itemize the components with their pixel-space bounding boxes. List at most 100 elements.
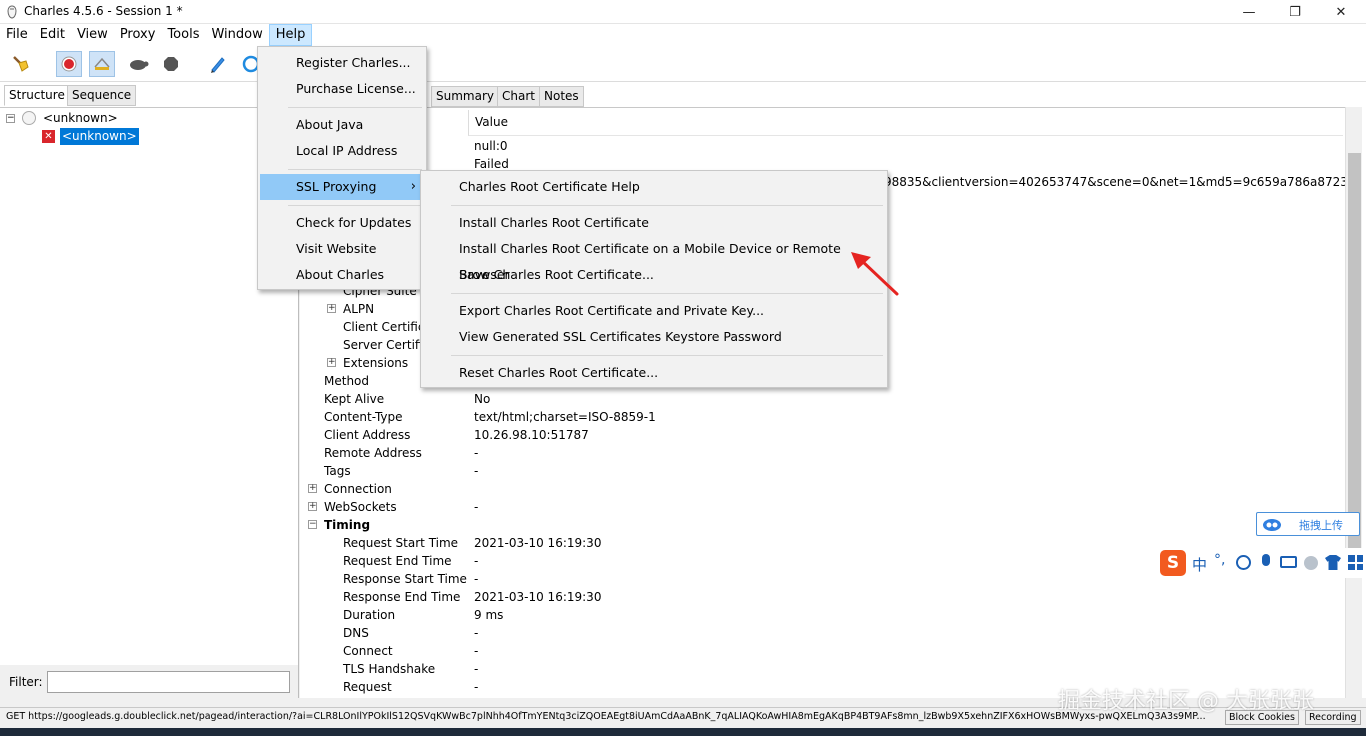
minimize-button[interactable]: — [1226,0,1272,24]
menu-item-root-cert-help[interactable]: Charles Root Certificate Help [423,174,885,200]
row-value: - [474,644,479,658]
row-value: - [474,554,479,568]
row-name: Request Start Time [343,536,459,550]
menu-item-about-java[interactable]: About Java [260,112,424,138]
menu-view[interactable]: View [71,24,114,46]
expand-toggle[interactable]: + [308,502,317,511]
expand-toggle[interactable]: + [327,304,336,313]
menu-separator [451,355,883,356]
menu-item-view-keystore-password[interactable]: View Generated SSL Certificates Keystore… [423,324,885,350]
menu-window[interactable]: Window [205,24,268,46]
menu-item-save-root-cert[interactable]: Save Charles Root Certificate... [423,262,885,288]
collapse-toggle[interactable]: − [6,114,15,123]
row-name: Remote Address [324,446,422,460]
row-name: Client Address [324,428,411,442]
menu-help[interactable]: Help [268,24,313,46]
table-row[interactable]: DNS - [300,624,1340,642]
menu-item-local-ip[interactable]: Local IP Address [260,138,424,164]
row-name: Tags [324,464,351,478]
tab-summary[interactable]: Summary [431,86,499,107]
table-row[interactable]: Duration 9 ms [300,606,1340,624]
skin-icon[interactable] [1325,555,1341,570]
ime-mode-label[interactable]: 中 [1192,554,1207,575]
row-name: DNS [343,626,369,640]
tab-structure[interactable]: Structure [4,85,70,106]
table-row[interactable]: Tags - [300,462,1340,480]
column-header-value[interactable]: Value [468,110,1343,136]
row-value: 10.26.98.10:51787 [474,428,589,442]
turtle-icon[interactable] [125,51,151,77]
row-value: 2021-03-10 16:19:30 [474,536,602,550]
menu-bar: File Edit View Proxy Tools Window Help [0,24,1366,46]
ime-toolbar: S 中 °, [1158,548,1366,578]
filter-input[interactable] [47,671,290,693]
close-button[interactable]: ✕ [1318,0,1364,24]
broom-icon[interactable] [8,51,34,77]
table-row[interactable]: Remote Address - [300,444,1340,462]
filter-label: Filter: [9,675,43,689]
title-bar: Charles 4.5.6 - Session 1 * — ❐ ✕ [0,0,1366,24]
emoji-icon[interactable] [1236,555,1251,570]
menu-item-purchase-license[interactable]: Purchase License... [260,76,424,102]
menu-item-reset-root-cert[interactable]: Reset Charles Root Certificate... [423,360,885,386]
menu-separator [288,169,422,170]
upload-widget[interactable]: 拖拽上传 [1256,512,1360,536]
menu-item-check-updates[interactable]: Check for Updates [260,210,424,236]
record-icon[interactable] [56,51,82,77]
menu-proxy[interactable]: Proxy [114,24,162,46]
submenu-arrow-icon: › [410,179,416,194]
menu-item-register[interactable]: Register Charles... [260,50,424,76]
table-row[interactable]: Client Address 10.26.98.10:51787 [300,426,1340,444]
scrollbar-thumb[interactable] [1348,153,1361,573]
tab-sequence[interactable]: Sequence [67,85,137,106]
table-row[interactable]: − Timing [300,516,1340,534]
menu-item-ssl-proxying[interactable]: SSL Proxying › [260,174,424,200]
menu-separator [451,293,883,294]
menu-item-about-charles[interactable]: About Charles [260,262,424,288]
status-url: GET https://googleads.g.doubleclick.net/… [6,711,1206,722]
row-value: - [474,446,479,460]
expand-toggle[interactable]: + [308,484,317,493]
watermark: 掘金技术社区 @ 大张张张 [1058,689,1314,714]
row-name: Duration [343,608,396,622]
tree-label: <unknown> [60,128,139,145]
microphone-icon[interactable] [1262,554,1270,566]
table-row[interactable]: + Connection [300,480,1340,498]
stop-icon[interactable] [158,51,184,77]
throttle-icon[interactable] [89,51,115,77]
table-row[interactable]: TLS Handshake - [300,660,1340,678]
table-row[interactable]: + WebSockets - [300,498,1340,516]
toolbox-icon[interactable] [1348,555,1363,570]
row-value: - [474,572,479,586]
keyboard-icon[interactable] [1280,556,1297,568]
punctuation-icon[interactable]: °, [1214,552,1225,568]
table-row[interactable]: Connect - [300,642,1340,660]
menu-item-visit-website[interactable]: Visit Website [260,236,424,262]
menu-tools[interactable]: Tools [161,24,205,46]
structure-pane: Structure Sequence − <unknown> ✕ <unknow… [0,82,299,698]
table-row[interactable]: Content-Type text/html;charset=ISO-8859-1 [300,408,1340,426]
row-value: 2021-03-10 16:19:30 [474,590,602,604]
table-row[interactable]: null:0 [300,137,1340,155]
menu-item-install-root-cert-mobile[interactable]: Install Charles Root Certificate on a Mo… [423,236,885,282]
menu-file[interactable]: File [0,24,34,46]
tab-chart[interactable]: Chart [497,86,540,107]
table-row[interactable]: Kept Alive No [300,390,1340,408]
menu-item-install-root-cert[interactable]: Install Charles Root Certificate [423,210,885,236]
row-value: - [474,662,479,676]
menu-edit[interactable]: Edit [34,24,71,46]
collapse-toggle[interactable]: − [308,520,317,529]
sogou-icon[interactable]: S [1160,550,1186,576]
table-row[interactable]: Response End Time 2021-03-10 16:19:30 [300,588,1340,606]
row-name: Response Start Time [343,572,467,586]
vertical-scrollbar[interactable] [1345,107,1362,698]
maximize-button[interactable]: ❐ [1272,0,1318,24]
expand-toggle[interactable]: + [327,358,336,367]
help-menu: Register Charles... Purchase License... … [257,46,427,290]
row-value: No [474,392,491,406]
menu-item-export-root-cert[interactable]: Export Charles Root Certificate and Priv… [423,298,885,324]
pen-icon[interactable] [205,51,231,77]
row-value: text/html;charset=ISO-8859-1 [474,410,656,424]
user-icon[interactable] [1304,556,1318,570]
tab-notes[interactable]: Notes [539,86,584,107]
